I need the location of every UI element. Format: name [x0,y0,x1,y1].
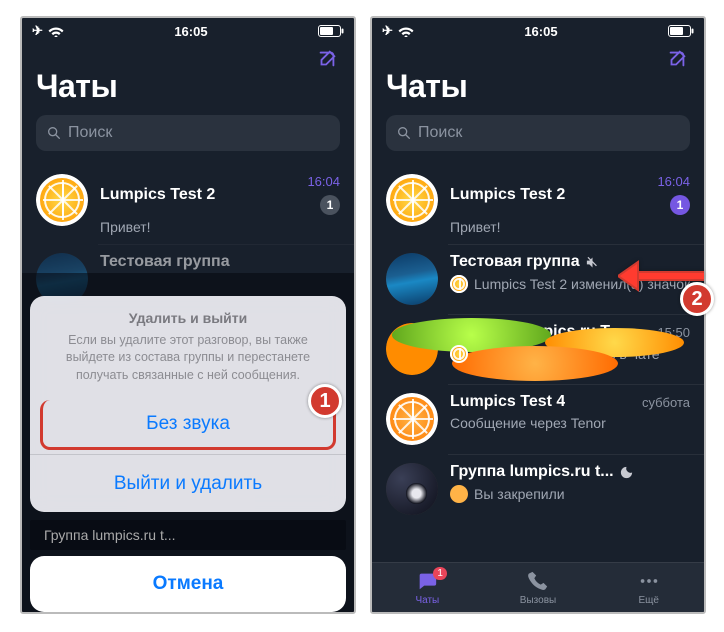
page-title: Чаты [386,68,690,105]
sender-avatar-icon [450,275,468,293]
chat-subtitle: Вы закрепили [474,486,565,502]
tab-more[interactable]: Ещё [593,563,704,612]
clock: 16:05 [174,24,207,39]
wifi-icon [398,25,414,37]
compose-icon [316,48,338,70]
avatar [386,174,438,226]
unread-badge: 1 [670,195,690,215]
dim-peek: Группа lumpics.ru t... [30,520,346,550]
search-placeholder: Поиск [68,124,112,142]
airplane-icon: ✈︎ [32,23,43,39]
chat-row[interactable]: Lumpics Test 2 16:04 1 Привет! [372,165,704,244]
chat-title: Тестовая группа [450,253,600,271]
status-bar: ✈︎ 16:05 [22,18,354,40]
chat-title: Группа lumpics.ru t... [450,463,634,481]
chat-title: Lumpics Test 2 [450,186,565,204]
phone-icon [526,570,550,592]
snooze-icon [619,465,634,480]
compose-icon [666,48,688,70]
battery-icon [318,25,344,37]
chat-subtitle: Привет! [450,219,690,235]
avatar [386,323,438,375]
tab-bar: 1 Чаты Вызовы Ещё [372,562,704,612]
sender-avatar-icon [450,345,468,363]
tab-label: Вызовы [520,595,556,606]
sheet-title: Удалить и выйти [48,310,328,326]
chat-subtitle: Привет! [100,219,340,235]
tab-label: Чаты [415,595,439,606]
chat-row[interactable]: Группа Lumpics.ru T... 15:50 Lumpics Tes… [372,314,704,384]
search-icon [396,125,412,141]
search-icon [46,125,62,141]
leave-delete-button[interactable]: Выйти и удалить [30,454,346,512]
wifi-icon [48,25,64,37]
avatar [36,174,88,226]
tab-label: Ещё [638,595,658,606]
compose-button[interactable] [314,46,340,72]
search-input[interactable]: Поиск [386,115,690,151]
page-title: Чаты [36,68,340,105]
action-sheet: Удалить и выйти Если вы удалите этот раз… [22,296,354,613]
chat-time: суббота [642,395,690,410]
mute-button[interactable]: Без звука [40,400,336,450]
tab-chats[interactable]: 1 Чаты [372,563,483,612]
chat-title: Lumpics Test 2 [100,186,215,204]
status-bar: ✈︎ 16:05 [372,18,704,40]
app-header: Чаты Поиск [22,40,354,159]
avatar [386,253,438,305]
tab-badge: 1 [433,567,447,580]
cancel-button[interactable]: Отмена [30,556,346,612]
search-input[interactable]: Поиск [36,115,340,151]
chat-row[interactable]: Группа lumpics.ru t... Вы закрепили [372,454,704,524]
app-header: Чаты Поиск [372,40,704,159]
muted-icon [585,255,600,270]
more-icon [637,570,661,592]
chat-title: Тестовая группа [100,253,230,271]
chat-subtitle: Сообщение через Tenor [450,415,690,431]
tab-calls[interactable]: Вызовы [483,563,594,612]
avatar [386,463,438,515]
sender-avatar-icon [450,485,468,503]
unread-badge: 1 [320,195,340,215]
airplane-icon: ✈︎ [382,23,393,39]
clock: 16:05 [524,24,557,39]
compose-button[interactable] [664,46,690,72]
chat-title: Lumpics Test 4 [450,393,565,411]
step-badge-2: 2 [680,282,714,316]
avatar [386,393,438,445]
step-badge-1: 1 [308,384,342,418]
chat-time: 16:04 [307,174,340,189]
chat-row[interactable]: Lumpics Test 2 16:04 1 Привет! [22,165,354,244]
battery-icon [668,25,694,37]
sheet-message: Если вы удалите этот разговор, вы также … [48,332,328,385]
chat-row[interactable]: Lumpics Test 4 суббота Сообщение через T… [372,384,704,454]
search-placeholder: Поиск [418,124,462,142]
chat-time: 16:04 [657,174,690,189]
chat-list: Lumpics Test 2 16:04 1 Привет! Тестовая … [372,165,704,524]
